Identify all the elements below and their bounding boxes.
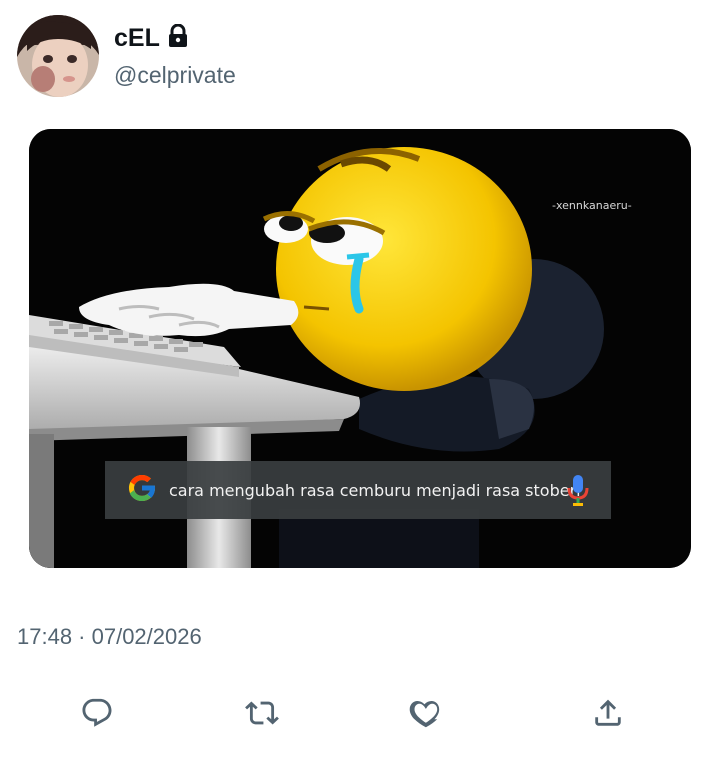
author-names: cEL @celprivate — [114, 23, 236, 89]
google-g-icon — [125, 471, 159, 510]
microphone-icon — [567, 474, 589, 511]
like-button[interactable] — [406, 695, 446, 735]
avatar[interactable] — [17, 15, 99, 97]
heart-icon — [409, 696, 443, 735]
tweet-header: cEL @celprivate — [17, 15, 236, 97]
share-icon — [591, 696, 625, 735]
retweet-button[interactable] — [242, 695, 282, 735]
tweet-media[interactable]: -xennkanaeru- cara mengubah rasa cemburu… — [29, 129, 691, 568]
reply-button[interactable] — [77, 695, 117, 735]
share-button[interactable] — [588, 695, 628, 735]
handle[interactable]: @celprivate — [114, 61, 236, 89]
google-search-bar: cara mengubah rasa cemburu menjadi rasa … — [105, 461, 611, 519]
display-name-row: cEL — [114, 23, 236, 53]
search-query: cara mengubah rasa cemburu menjadi rasa … — [169, 480, 581, 500]
tweet-actions — [0, 695, 720, 739]
lock-icon — [167, 23, 189, 53]
tweet-timestamp[interactable]: 17:48 · 07/02/2026 — [17, 623, 202, 651]
tweet: cEL @celprivate -xennkanaeru- cara mengu… — [0, 0, 720, 763]
reply-icon — [80, 696, 114, 735]
watermark: -xennkanaeru- — [552, 199, 632, 212]
retweet-icon — [245, 696, 279, 735]
display-name[interactable]: cEL — [114, 23, 160, 53]
